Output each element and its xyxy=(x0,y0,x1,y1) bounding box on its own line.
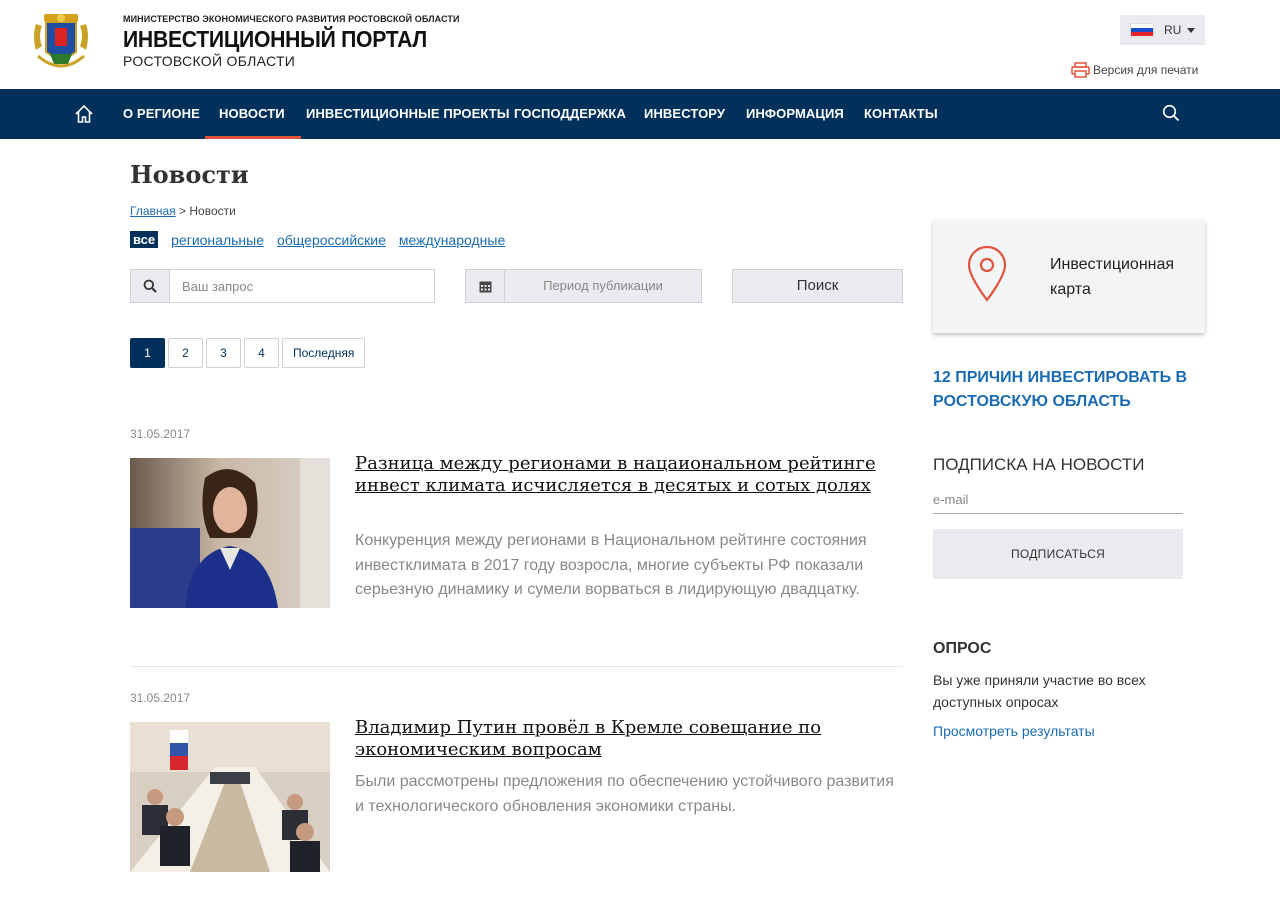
news-filters: все региональные общероссийские междунар… xyxy=(130,231,518,248)
caret-down-icon xyxy=(1187,27,1196,33)
news-excerpt: Были рассмотрены предложения по обеспече… xyxy=(355,773,894,815)
page-4-button[interactable]: 4 xyxy=(244,338,279,368)
nav-item-contacts[interactable]: КОНТАКТЫ xyxy=(864,89,938,139)
nav-item-region[interactable]: О РЕГИОНЕ xyxy=(123,89,200,139)
nav-item-investor[interactable]: ИНВЕСТОРУ xyxy=(644,89,725,139)
search-input[interactable] xyxy=(170,270,434,302)
search-button[interactable]: Поиск xyxy=(732,269,903,303)
breadcrumb-separator: > xyxy=(179,204,187,218)
print-version-link[interactable]: Версия для печати xyxy=(1071,62,1198,78)
reasons-link[interactable]: 12 ПРИЧИН ИНВЕСТИРОВАТЬ В РОСТОВСКУЮ ОБЛ… xyxy=(933,366,1203,414)
main-nav: О РЕГИОНЕ НОВОСТИ ИНВЕСТИЦИОННЫЕ ПРОЕКТЫ… xyxy=(0,89,1280,139)
news-image[interactable] xyxy=(130,458,330,608)
news-date: 31.05.2017 xyxy=(130,691,191,705)
nav-item-projects[interactable]: ИНВЕСТИЦИОННЫЕ ПРОЕКТЫ xyxy=(306,89,510,139)
russia-flag-icon xyxy=(1130,22,1154,38)
nav-item-news[interactable]: НОВОСТИ xyxy=(205,89,301,139)
filter-all[interactable]: все xyxy=(130,231,159,248)
news-excerpt: Конкуренция между регионами в Национальн… xyxy=(355,532,867,598)
poll-results-link[interactable]: Просмотреть результаты xyxy=(933,723,1095,739)
printer-icon xyxy=(1071,62,1090,78)
page-3-button[interactable]: 3 xyxy=(206,338,241,368)
search-field-icon xyxy=(131,270,170,302)
poll-title: ОПРОС xyxy=(933,640,992,657)
site-header: МИНИСТЕРСТВО ЭКОНОМИЧЕСКОГО РАЗВИТИЯ РОС… xyxy=(0,0,1280,89)
language-select[interactable]: RU xyxy=(1120,15,1205,45)
filter-national[interactable]: общероссийские xyxy=(277,232,386,248)
home-icon[interactable] xyxy=(74,104,94,124)
news-date: 31.05.2017 xyxy=(130,427,191,441)
nav-item-support[interactable]: ГОСПОДДЕРЖКА xyxy=(514,89,626,139)
breadcrumb: Главная > Новости xyxy=(130,204,236,218)
email-field[interactable] xyxy=(933,486,1183,514)
search-icon[interactable] xyxy=(1162,104,1180,122)
period-placeholder: Период публикации xyxy=(543,278,663,293)
poll-text: Вы уже приняли участие во всех доступных… xyxy=(933,672,1146,710)
filter-international[interactable]: международные xyxy=(399,232,505,248)
page-last-button[interactable]: Последняя xyxy=(282,338,366,368)
portal-subtitle: РОСТОВСКОЙ ОБЛАСТИ xyxy=(123,53,296,69)
investment-map-label: Инвестиционная карта xyxy=(1050,256,1175,298)
news-title-link[interactable]: Разница между регионами в нацаиональном … xyxy=(355,453,905,497)
map-pin-icon xyxy=(967,245,1007,302)
ministry-name: МИНИСТЕРСТВО ЭКОНОМИЧЕСКОГО РАЗВИТИЯ РОС… xyxy=(123,14,460,24)
page-2-button[interactable]: 2 xyxy=(168,338,203,368)
coat-of-arms-logo[interactable] xyxy=(28,6,94,74)
news-title-link[interactable]: Владимир Путин провёл в Кремле совещание… xyxy=(355,717,905,761)
breadcrumb-home-link[interactable]: Главная xyxy=(130,204,176,218)
nav-item-info[interactable]: ИНФОРМАЦИЯ xyxy=(746,89,844,139)
period-picker[interactable]: Период публикации xyxy=(465,269,702,303)
investment-map-card[interactable]: Инвестиционная карта xyxy=(933,220,1205,333)
page-1-button[interactable]: 1 xyxy=(130,338,165,368)
search-field xyxy=(130,269,435,303)
print-label: Версия для печати xyxy=(1093,63,1199,77)
filter-regional[interactable]: региональные xyxy=(171,232,264,248)
news-image[interactable] xyxy=(130,722,330,872)
subscribe-title: ПОДПИСКА НА НОВОСТИ xyxy=(933,455,1145,474)
breadcrumb-current: Новости xyxy=(189,204,236,218)
language-label: RU xyxy=(1164,23,1182,37)
subscribe-button[interactable]: ПОДПИСАТЬСЯ xyxy=(933,529,1183,579)
page-title: Новости xyxy=(130,160,249,189)
calendar-icon xyxy=(466,270,505,302)
news-divider xyxy=(130,666,903,667)
portal-title[interactable]: ИНВЕСТИЦИОННЫЙ ПОРТАЛ xyxy=(123,26,427,53)
pagination: 1 2 3 4 Последняя xyxy=(130,338,368,368)
